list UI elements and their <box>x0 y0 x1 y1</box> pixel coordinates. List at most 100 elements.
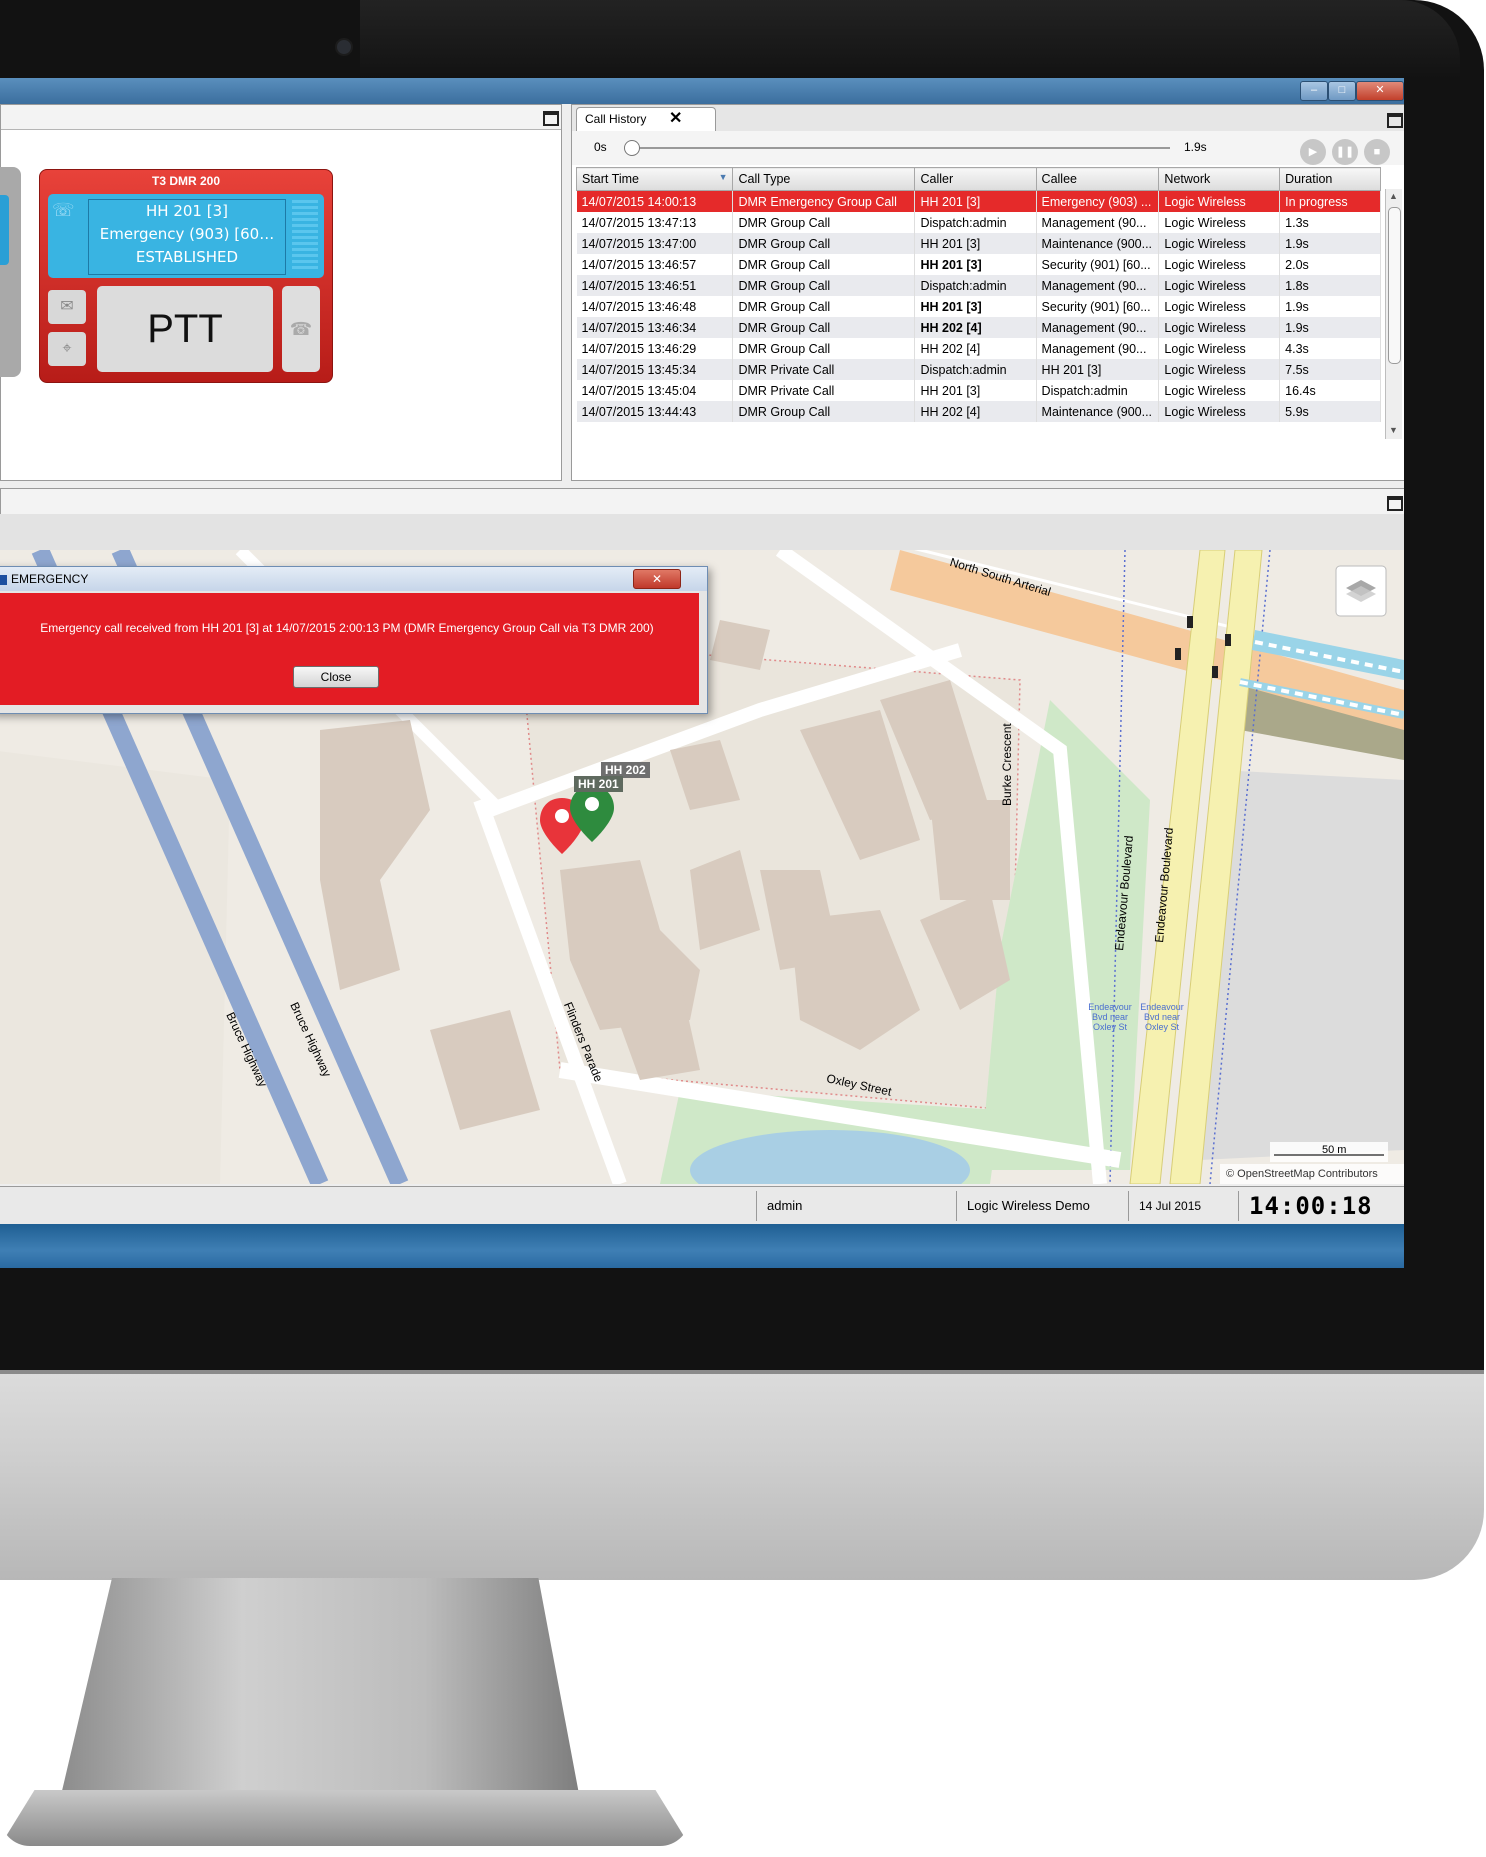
column-header-caller[interactable]: Caller <box>914 167 1037 191</box>
table-cell-duration: 2.0s <box>1279 254 1381 275</box>
table-cell-caller: HH 201 [3] <box>914 296 1037 317</box>
chin-edge <box>0 1370 1484 1374</box>
radio-card[interactable]: T3 DMR 200 ☏ HH 201 [3] Emergency (903) … <box>39 169 333 383</box>
table-row[interactable]: 14/07/2015 13:46:51 DMR Group Call Dispatc… <box>576 275 1381 296</box>
table-cell-caller: HH 202 [4] <box>914 317 1037 338</box>
map-layers-button[interactable] <box>1336 566 1386 616</box>
table-row[interactable]: 14/07/2015 13:45:34 DMR Private Call Dispa… <box>576 359 1381 380</box>
table-row[interactable]: 14/07/2015 13:44:43 DMR Group Call HH 202 … <box>576 401 1381 422</box>
table-cell-start: 14/07/2015 13:46:51 <box>576 275 734 296</box>
location-icon[interactable]: ⌖ <box>48 332 86 366</box>
table-cell-callee: HH 201 [3] <box>1036 359 1160 380</box>
table-header-row: Start Time ▼ Call Type Caller Callee Netw… <box>575 167 1381 191</box>
close-button[interactable]: Close <box>293 666 379 688</box>
maximize-panel-icon[interactable] <box>1387 496 1403 511</box>
table-cell-duration: 1.9s <box>1279 317 1381 338</box>
table-row[interactable]: 14/07/2015 13:46:34 DMR Group Call HH 202 … <box>576 317 1381 338</box>
application: T3 DMR 200 ☏ HH 201 [3] Emergency (903) … <box>0 104 1404 1268</box>
call-history-rows: 14/07/2015 14:00:13 DMR Emergency Group C… <box>576 190 1381 422</box>
table-cell-duration: 7.5s <box>1279 359 1381 380</box>
table-row[interactable]: 14/07/2015 13:47:13 DMR Group Call Dispatc… <box>576 212 1381 233</box>
table-cell-network: Logic Wireless <box>1158 275 1281 296</box>
playback-slider-handle[interactable] <box>624 140 640 156</box>
table-cell-type: DMR Group Call <box>732 401 916 422</box>
radio-card-status: ESTABLISHED <box>135 248 239 266</box>
table-cell-type: DMR Group Call <box>732 212 916 233</box>
status-clock: 14:00:18 <box>1238 1191 1404 1221</box>
table-cell-callee: Management (90... <box>1036 275 1160 296</box>
table-cell-caller: Dispatch:admin <box>914 212 1037 233</box>
table-cell-start: 14/07/2015 14:00:13 <box>576 190 734 212</box>
map-panel-header <box>0 488 1404 516</box>
table-row[interactable]: 14/07/2015 14:00:13 DMR Emergency Group C… <box>576 190 1381 212</box>
table-row[interactable]: 14/07/2015 13:46:57 DMR Group Call HH 201 … <box>576 254 1381 275</box>
table-cell-network: Logic Wireless <box>1158 401 1281 422</box>
maximize-panel-icon[interactable] <box>1387 113 1403 128</box>
radio-card-partial-screen <box>0 195 9 265</box>
table-cell-type: DMR Group Call <box>732 275 916 296</box>
tab-call-history[interactable]: Call History ✕ <box>576 107 716 131</box>
message-icon[interactable]: ✉ <box>48 290 86 324</box>
table-cell-type: DMR Group Call <box>732 338 916 359</box>
table-cell-type: DMR Private Call <box>732 380 916 401</box>
map-scale-label: 50 m <box>1322 1144 1347 1156</box>
table-cell-network: Logic Wireless <box>1158 254 1281 275</box>
pause-icon[interactable]: ❚❚ <box>1332 139 1358 165</box>
table-cell-callee: Security (901) [60... <box>1036 296 1160 317</box>
table-cell-duration: 1.9s <box>1279 296 1381 317</box>
scroll-down-icon[interactable]: ▼ <box>1389 425 1398 435</box>
table-cell-start: 14/07/2015 13:44:43 <box>576 401 734 422</box>
stop-icon[interactable]: ■ <box>1364 139 1390 165</box>
scrollbar-thumb[interactable] <box>1388 207 1401 364</box>
playback-slider[interactable] <box>630 147 1170 149</box>
table-cell-type: DMR Private Call <box>732 359 916 380</box>
hangup-button[interactable]: ☎ <box>282 286 320 372</box>
emergency-dialog-title: EMERGENCY <box>11 572 89 586</box>
table-row[interactable]: 14/07/2015 13:46:48 DMR Group Call HH 201 … <box>576 296 1381 317</box>
ptt-button[interactable]: PTT <box>97 286 273 372</box>
play-icon[interactable]: ▶ <box>1300 139 1326 165</box>
column-header-network[interactable]: Network <box>1158 167 1281 191</box>
minimize-button[interactable]: – <box>1300 81 1328 101</box>
column-header-start-time[interactable]: Start Time ▼ <box>575 167 734 191</box>
table-cell-type: DMR Emergency Group Call <box>732 190 916 212</box>
maximize-button[interactable]: □ <box>1328 81 1356 101</box>
close-tab-icon[interactable]: ✕ <box>669 108 682 130</box>
table-row[interactable]: 14/07/2015 13:47:00 DMR Group Call HH 201 … <box>576 233 1381 254</box>
table-cell-network: Logic Wireless <box>1158 190 1281 212</box>
table-cell-duration: 1.9s <box>1279 233 1381 254</box>
radio-card-partial[interactable] <box>0 167 21 377</box>
scroll-up-icon[interactable]: ▲ <box>1389 191 1398 201</box>
table-cell-network: Logic Wireless <box>1158 380 1281 401</box>
emergency-dialog: EMERGENCY ✕ Emergency call received from… <box>0 566 708 714</box>
maximize-panel-icon[interactable] <box>543 111 559 126</box>
app-icon <box>0 574 7 585</box>
call-history-table: Start Time ▼ Call Type Caller Callee Netw… <box>575 167 1381 422</box>
table-row[interactable]: 14/07/2015 13:46:29 DMR Group Call HH 202 … <box>576 338 1381 359</box>
playback-end-time: 1.9s <box>1184 140 1207 154</box>
table-row[interactable]: 14/07/2015 13:45:04 DMR Private Call HH 20… <box>576 380 1381 401</box>
status-date: 14 Jul 2015 <box>1128 1191 1238 1221</box>
table-cell-start: 14/07/2015 13:45:04 <box>576 380 734 401</box>
bezel-highlight <box>360 0 1460 80</box>
vertical-scrollbar[interactable]: ▲ ▼ <box>1385 189 1402 439</box>
radio-card-screen: ☏ HH 201 [3] Emergency (903) [60… ESTABL… <box>48 194 324 278</box>
table-cell-type: DMR Group Call <box>732 317 916 338</box>
table-cell-start: 14/07/2015 13:47:00 <box>576 233 734 254</box>
camera <box>335 38 353 56</box>
window-close-button[interactable]: ✕ <box>1356 81 1404 101</box>
tab-call-history-label: Call History <box>585 112 647 126</box>
radio-card-group: Emergency (903) [60… <box>99 225 275 243</box>
call-history-tab-bar: Call History ✕ <box>572 105 1404 132</box>
table-cell-network: Logic Wireless <box>1158 317 1281 338</box>
status-system: Logic Wireless Demo <box>956 1191 1128 1221</box>
table-cell-caller: HH 201 [3] <box>914 233 1037 254</box>
column-header-duration[interactable]: Duration <box>1279 167 1381 191</box>
column-header-callee[interactable]: Callee <box>1035 167 1160 191</box>
table-cell-duration: 16.4s <box>1279 380 1381 401</box>
table-cell-network: Logic Wireless <box>1158 359 1281 380</box>
radio-card-caller: HH 201 [3] <box>146 202 228 220</box>
table-cell-callee: Management (90... <box>1036 317 1160 338</box>
emergency-dialog-close-button[interactable]: ✕ <box>633 569 681 589</box>
column-header-call-type[interactable]: Call Type <box>732 167 916 191</box>
